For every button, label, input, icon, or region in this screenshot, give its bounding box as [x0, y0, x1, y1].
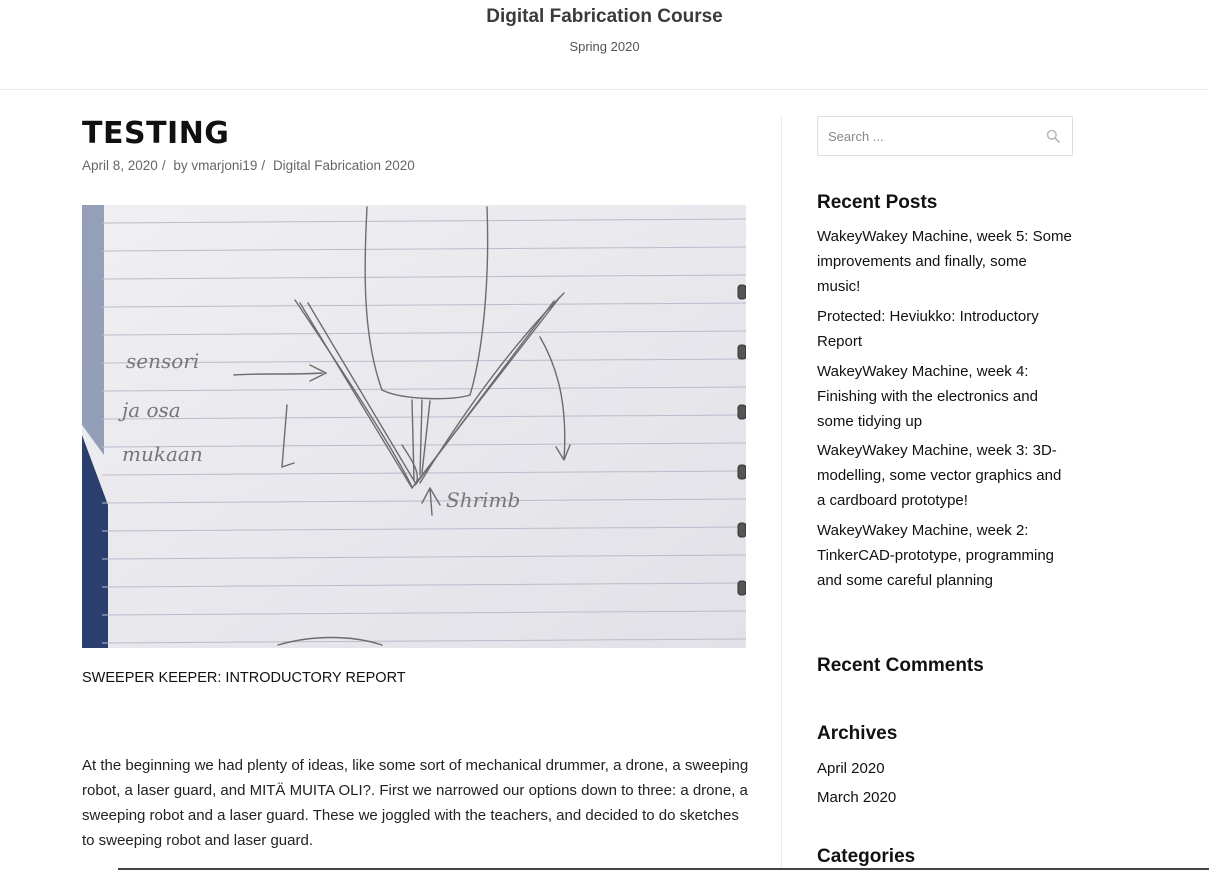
archive-link-march-2020[interactable]: March 2020 — [817, 785, 1073, 810]
site-header: Digital Fabrication Course Spring 2020 — [0, 0, 1209, 90]
sketch-word-1: sensori — [126, 349, 199, 373]
search-input[interactable]: Search ... — [817, 116, 1073, 156]
recent-post-link[interactable]: Protected: Heviukko: Introductory Report — [817, 304, 1073, 354]
search-placeholder: Search ... — [828, 129, 884, 144]
archives-title: Archives — [817, 723, 898, 744]
recent-comments-title: Recent Comments — [817, 655, 984, 676]
recent-post-link[interactable]: WakeyWakey Machine, week 4: Finishing wi… — [817, 359, 1073, 434]
post-category-link[interactable]: Digital Fabrication 2020 — [273, 158, 415, 173]
sketch-word-3: mukaan — [122, 442, 203, 466]
recent-posts-title: Recent Posts — [817, 192, 938, 213]
site-description: Spring 2020 — [569, 39, 640, 54]
content-sidebar-divider — [781, 116, 782, 870]
featured-image-sketch: sensori ja osa mukaan Shrimb — [82, 205, 746, 648]
recent-post-link[interactable]: WakeyWakey Machine, week 3: 3D-modelling… — [817, 438, 1073, 513]
sketch-word-4: Shrimb — [446, 488, 520, 512]
archive-link-april-2020[interactable]: April 2020 — [817, 756, 1073, 781]
recent-post-link[interactable]: WakeyWakey Machine, week 5: Some improve… — [817, 224, 1073, 299]
post-subheading: SWEEPER KEEPER: INTRODUCTORY REPORT — [82, 670, 406, 686]
post-title: TESTING — [82, 116, 230, 151]
author-prefix: by — [173, 158, 188, 173]
sketch-word-2: ja osa — [118, 398, 181, 422]
search-icon[interactable] — [1046, 129, 1060, 143]
post-author-link[interactable]: vmarjoni19 — [191, 158, 257, 173]
site-title[interactable]: Digital Fabrication Course — [0, 6, 1209, 28]
post-meta: April 8, 2020/ by vmarjoni19/ Digital Fa… — [82, 158, 415, 173]
post-paragraph: At the beginning we had plenty of ideas,… — [82, 757, 749, 849]
categories-title: Categories — [817, 846, 916, 867]
recent-post-link[interactable]: WakeyWakey Machine, week 2: TinkerCAD-pr… — [817, 518, 1073, 593]
post-date-link[interactable]: April 8, 2020 — [82, 158, 158, 173]
